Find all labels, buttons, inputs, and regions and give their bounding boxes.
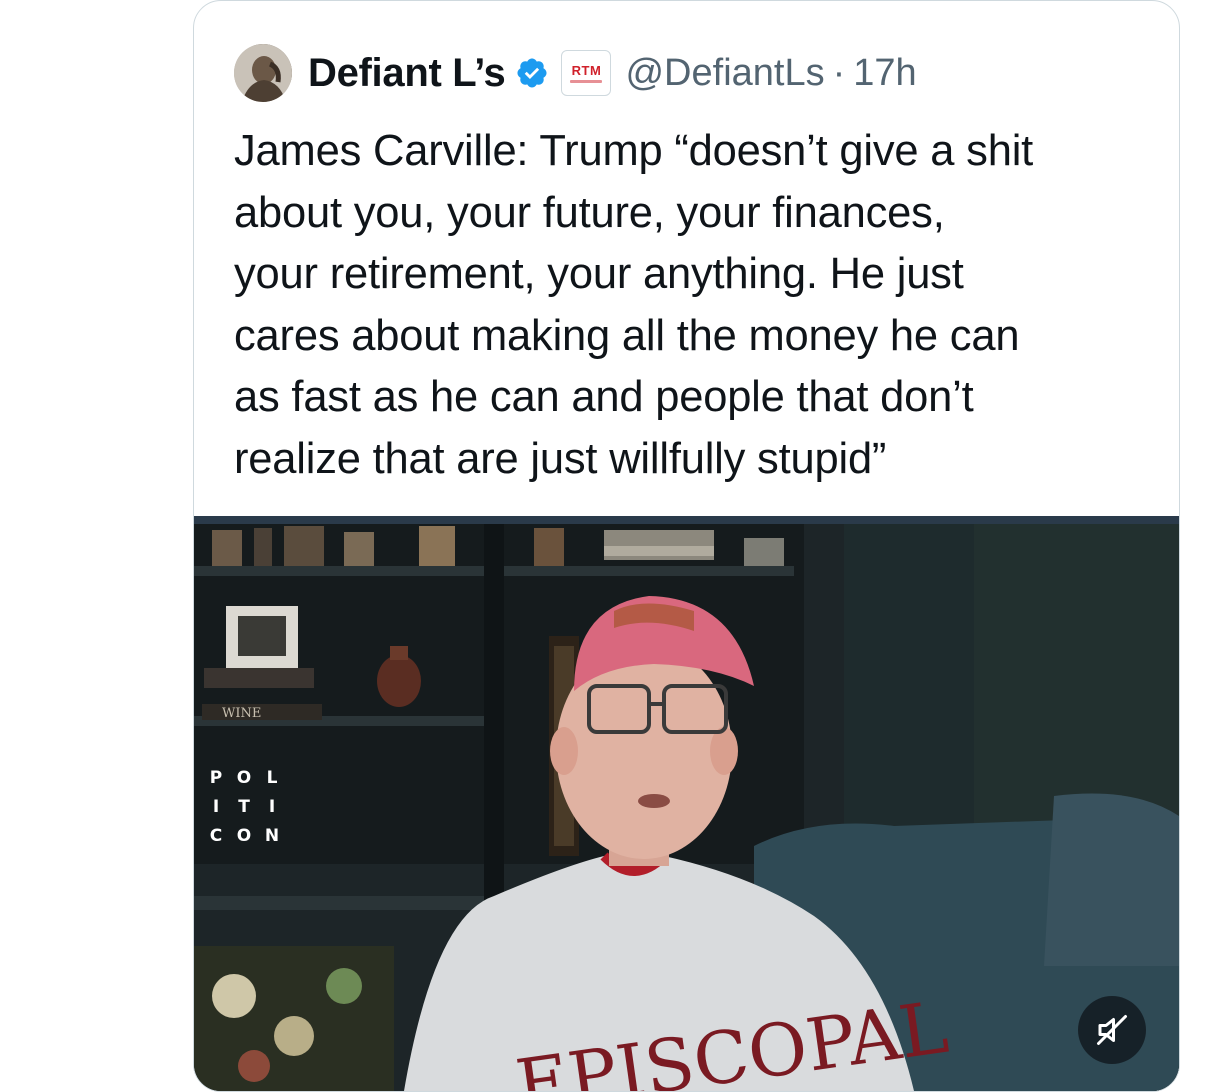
tweet-timestamp[interactable]: 17h xyxy=(853,52,916,95)
video-player[interactable]: WINE EPISCOPAL P O L I T I C O N xyxy=(194,516,1179,1091)
tweet-header: Defiant L’s RTM @DefiantLs · 17h xyxy=(234,43,917,103)
author-name[interactable]: Defiant L’s xyxy=(308,51,506,96)
affiliate-badge[interactable]: RTM xyxy=(561,50,612,96)
tweet-card[interactable]: Defiant L’s RTM @DefiantLs · 17h James C… xyxy=(193,0,1180,1092)
author-avatar[interactable] xyxy=(234,44,292,102)
video-frame: WINE EPISCOPAL xyxy=(194,516,1179,1091)
affiliate-badge-label: RTM xyxy=(571,62,602,78)
watermark-row-2: ITI xyxy=(212,797,276,817)
mute-toggle-button[interactable] xyxy=(1078,996,1146,1064)
verified-badge-icon xyxy=(517,58,548,88)
tweet-text: James Carville: Trump “doesn’t give a sh… xyxy=(234,127,1034,483)
politicon-watermark: POL ITI CON xyxy=(202,764,286,851)
watermark-row-1: POL xyxy=(209,768,278,788)
shelf-book-label: WINE xyxy=(222,706,261,721)
author-handle[interactable]: @DefiantLs xyxy=(625,52,824,95)
muted-speaker-icon xyxy=(1097,1015,1127,1045)
watermark-row-3: CON xyxy=(209,826,280,846)
affiliate-badge-underline xyxy=(570,79,603,83)
separator-dot: · xyxy=(832,51,846,94)
